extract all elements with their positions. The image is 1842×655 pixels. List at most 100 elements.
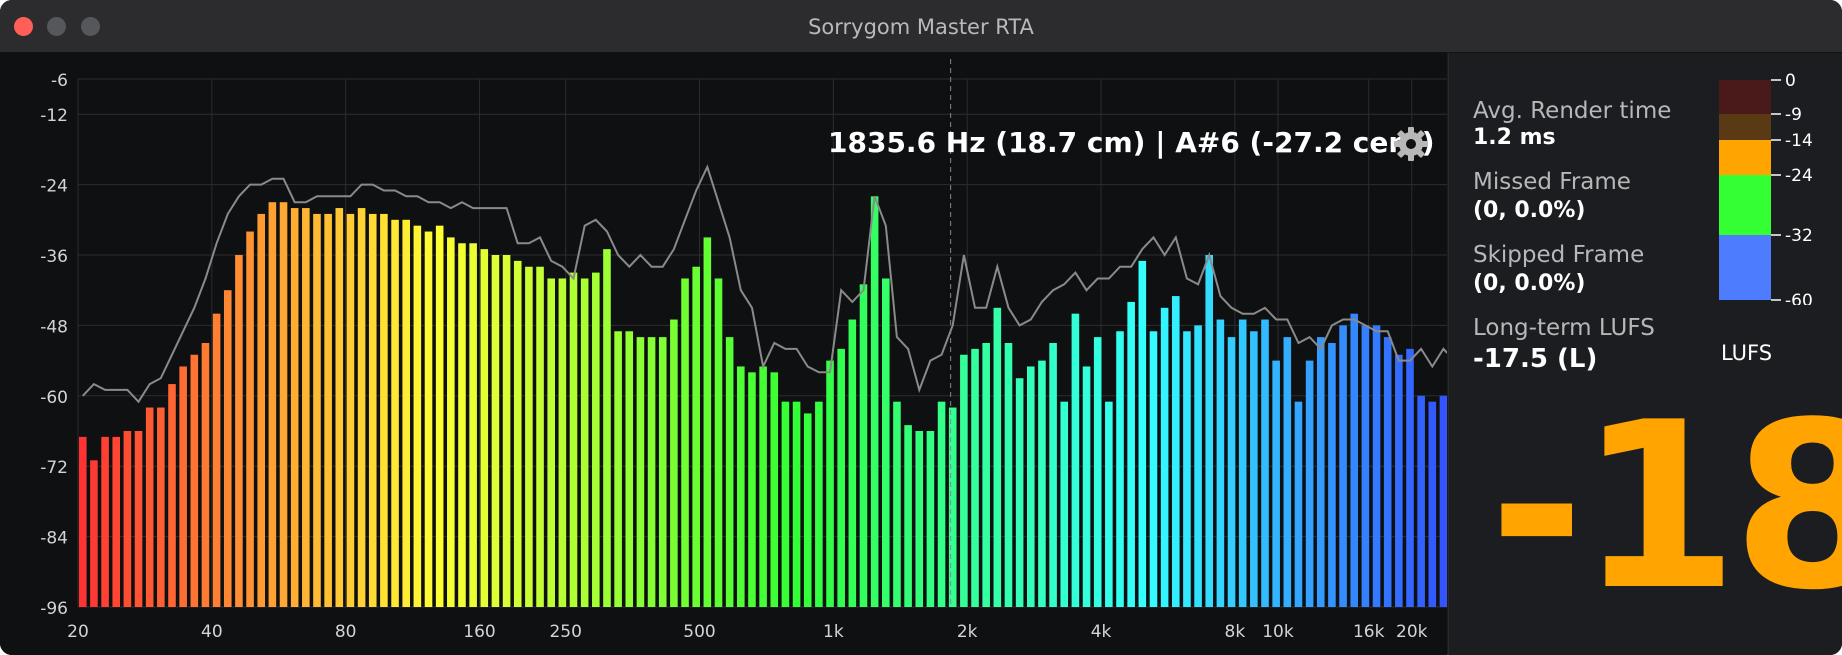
x-tick-label: 4k: [1091, 622, 1112, 642]
spectrum-bar: [1026, 366, 1035, 607]
spectrum-bar: [1105, 401, 1113, 607]
spectrum-bar: [346, 213, 355, 607]
spectrum-bar: [1216, 319, 1225, 607]
spectrum-bar: [547, 278, 555, 607]
spectrum-bar: [737, 366, 745, 607]
spectrum-bar: [1238, 319, 1247, 607]
spectrum-bar: [803, 413, 812, 607]
spectrum-bar: [748, 372, 756, 607]
spectrum-bar: [246, 231, 254, 608]
spectrum-bar: [636, 337, 645, 607]
spectrum-bar: [1149, 331, 1158, 607]
lufs-tick-label: -24: [1785, 166, 1813, 186]
spectrum-bar: [1060, 401, 1069, 607]
spectrum-bar: [536, 266, 544, 607]
lufs-tick-label: 0: [1785, 71, 1796, 91]
x-tick-label: 160: [463, 622, 495, 642]
spectrum-bar: [1071, 313, 1080, 607]
spectrum-plot[interactable]: -6 -12 -24 -36 -48 -60 -72 -84 -96 20 40 80 160 250 50…: [0, 53, 1447, 655]
spectrum-bar: [1417, 395, 1425, 607]
spectrum-bar: [1004, 343, 1013, 607]
missed-frame-value: (0, 0.0%): [1473, 198, 1586, 223]
spectrum-bar: [123, 431, 132, 607]
y-tick-label: -60: [40, 388, 68, 408]
spectrum-bar: [870, 196, 879, 608]
spectrum-bar: [1350, 313, 1359, 607]
spectrum-bar: [781, 401, 790, 607]
spectrum-bar: [101, 436, 109, 607]
spectrum-bar: [692, 266, 700, 607]
stats-sidebar: Avg. Render time 1.2 ms Missed Frame (0,…: [1448, 53, 1842, 655]
spectrum-bar: [558, 278, 567, 607]
spectrum-bar: [235, 255, 243, 607]
spectrum-bar: [1127, 301, 1135, 607]
spectrum-bar: [681, 278, 689, 607]
spectrum-bar: [759, 366, 767, 607]
spectrum-bar: [592, 272, 600, 607]
lufs-meter: 0 -9 -14 -24 -32 -60: [1719, 71, 1813, 305]
y-tick-label: -24: [40, 177, 68, 197]
big-lufs-readout: -18: [1489, 374, 1842, 641]
lufs-zone: [1719, 175, 1771, 235]
x-tick-label: 40: [201, 622, 223, 642]
spectrum-bar: [335, 208, 344, 608]
lufs-tick-label: -32: [1785, 226, 1813, 246]
spectrum-bar: [157, 407, 165, 607]
spectrum-bar: [1093, 337, 1102, 607]
spectrum-bar: [1082, 366, 1091, 607]
lufs-zone: [1719, 114, 1771, 140]
spectrum-bar: [112, 436, 121, 607]
spectrum-bar: [424, 231, 433, 608]
spectrum-bar: [960, 354, 968, 607]
y-tick-label: -36: [40, 247, 68, 267]
spectrum-bar: [78, 436, 87, 607]
spectrum-bar: [893, 401, 901, 607]
spectrum-bar: [168, 384, 176, 607]
spectrum-bar: [1372, 325, 1381, 607]
spectrum-bar: [1227, 337, 1236, 607]
spectrum-bar: [1283, 337, 1292, 607]
spectrum-bar: [357, 208, 366, 608]
spectrum-bar: [1205, 255, 1214, 607]
spectrum-bar: [1038, 360, 1046, 607]
spectrum-bar: [1428, 401, 1437, 607]
spectrum-bar: [1383, 337, 1392, 607]
spectrum-bar: [1316, 337, 1325, 607]
spectrum-bar: [268, 202, 277, 607]
spectrum-bar: [625, 331, 634, 607]
settings-gear-icon[interactable]: [1392, 125, 1430, 163]
spectrum-bar: [313, 213, 321, 607]
lufs-zone: [1719, 80, 1771, 114]
spectrum-bar: [190, 354, 199, 607]
lufs-meter-label: LUFS: [1721, 341, 1773, 365]
spectrum-bar: [647, 337, 656, 607]
title-bar[interactable]: Sorrygom Master RTA: [0, 0, 1842, 53]
render-time-value: 1.2 ms: [1473, 125, 1556, 150]
spectrum-bar: [848, 319, 857, 607]
spectrum-bar: [915, 431, 924, 607]
spectrum-bar: [145, 407, 154, 607]
spectrum-bar: [223, 290, 232, 607]
spectrum-bar: [525, 266, 533, 607]
spectrum-bar: [302, 208, 310, 608]
spectrum-bar: [368, 213, 377, 607]
x-tick-label: 250: [549, 622, 581, 642]
skipped-frame-label: Skipped Frame: [1473, 242, 1645, 268]
spectrum-bar: [770, 372, 779, 607]
spectrum-bar: [413, 225, 422, 607]
spectrum-bar: [603, 249, 611, 607]
y-tick-label: -12: [40, 106, 68, 126]
spectrum-bar: [279, 202, 288, 607]
x-tick-label: 1k: [823, 622, 844, 642]
x-tick-label: 10k: [1262, 622, 1294, 642]
spectrum-bar: [1339, 325, 1347, 607]
spectrum-bar: [971, 348, 979, 607]
spectrum-bar: [614, 331, 622, 607]
spectrum-bar: [569, 272, 578, 607]
skipped-frame-value: (0, 0.0%): [1473, 271, 1586, 296]
render-time-label: Avg. Render time: [1473, 98, 1672, 124]
spectrum-bar: [491, 255, 500, 607]
spectrum-bar: [212, 313, 221, 607]
spectrum-bar: [904, 425, 912, 607]
spectrum-bar: [1250, 331, 1258, 607]
